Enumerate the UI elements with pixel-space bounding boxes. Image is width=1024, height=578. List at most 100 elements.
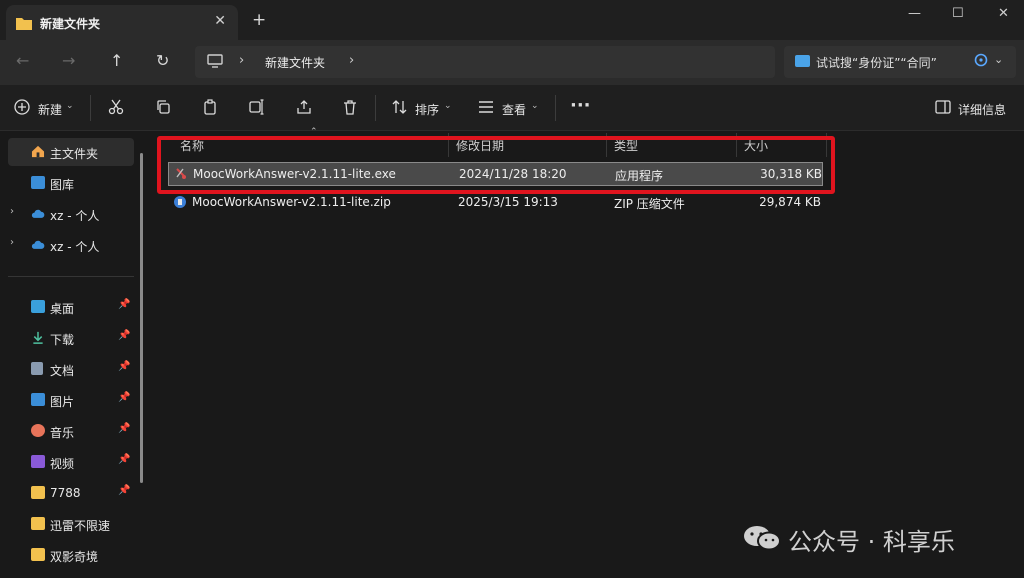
- zip-file-icon: [174, 196, 186, 208]
- chevron-right-icon[interactable]: ›: [10, 206, 14, 217]
- minimize-icon[interactable]: —: [908, 6, 921, 21]
- sidebar-item-label: xz - 个人: [50, 209, 100, 223]
- paste-icon[interactable]: [202, 99, 218, 115]
- forward-icon[interactable]: →: [62, 51, 75, 70]
- more-options-icon[interactable]: ···: [570, 95, 591, 116]
- chevron-down-icon: ⌄: [531, 101, 539, 111]
- annotation-highlight-box: [157, 136, 835, 194]
- cut-icon[interactable]: [108, 99, 124, 115]
- search-input[interactable]: 试试搜“身份证”“合同” ⌄: [784, 46, 1016, 78]
- search-placeholder: 试试搜“身份证”“合同”: [816, 56, 937, 70]
- sidebar-item-label: 音乐: [50, 426, 75, 440]
- title-bar: 新建文件夹 ✕ + — ☐ ✕: [0, 0, 1024, 40]
- file-list: ⌃ 名称 修改日期 类型 大小 MoocWorkAnswer-v2.1.11-l…: [152, 127, 1024, 578]
- wechat-icon: [744, 526, 781, 551]
- window-close-icon[interactable]: ✕: [998, 6, 1009, 21]
- sidebar-item-music[interactable]: 音乐 📌: [8, 417, 134, 445]
- pin-icon: 📌: [118, 299, 131, 310]
- address-bar-row: ← → ↑ ↻ › 新建文件夹 › 试试搜“身份证”“合同” ⌄: [0, 40, 1024, 85]
- sidebar-item-label: 7788: [50, 486, 81, 500]
- sidebar-item-folder-shuangying[interactable]: 双影奇境: [8, 541, 134, 569]
- sort-label: 排序: [415, 103, 440, 117]
- sidebar-item-documents[interactable]: 文档 📌: [8, 355, 134, 383]
- sidebar-item-videos[interactable]: 视频 📌: [8, 448, 134, 476]
- cloud-icon: [31, 209, 45, 218]
- cloud-icon: [31, 240, 45, 249]
- sidebar-item-label: 文档: [50, 364, 75, 378]
- refresh-icon[interactable]: ↻: [156, 51, 169, 70]
- file-name: MoocWorkAnswer-v2.1.11-lite.zip: [192, 195, 391, 209]
- sidebar-item-downloads[interactable]: 下载 📌: [8, 324, 134, 352]
- sidebar-item-label: 下载: [50, 333, 75, 347]
- up-icon[interactable]: ↑: [110, 51, 123, 70]
- pin-icon: 📌: [118, 454, 131, 465]
- rename-icon[interactable]: [249, 99, 265, 115]
- folder-icon: [31, 548, 45, 561]
- sidebar-item-folder-xunlei[interactable]: 迅雷不限速: [8, 510, 134, 538]
- sidebar-item-desktop[interactable]: 桌面 📌: [8, 293, 134, 321]
- new-button-label: 新建: [38, 103, 63, 117]
- tab-title: 新建文件夹: [40, 17, 101, 31]
- desktop-icon: [31, 300, 45, 313]
- details-pane-icon: [935, 100, 951, 114]
- toolbar-divider: [555, 95, 556, 121]
- share-icon[interactable]: [296, 99, 312, 115]
- sidebar-item-label: 视频: [50, 457, 75, 471]
- watermark-text: 公众号 · 科享乐: [788, 528, 955, 556]
- file-size: 29,874 KB: [759, 195, 821, 209]
- sidebar-item-gallery[interactable]: 图库: [8, 169, 134, 197]
- view-label: 查看: [502, 103, 527, 117]
- file-modified: 2025/3/15 19:13: [458, 195, 558, 209]
- sidebar-item-pictures[interactable]: 图片 📌: [8, 386, 134, 414]
- sidebar-item-label: 迅雷不限速: [50, 519, 111, 533]
- id-card-icon: [795, 55, 810, 67]
- chevron-down-icon[interactable]: ⌄: [994, 53, 1003, 66]
- address-input[interactable]: › 新建文件夹 ›: [195, 46, 775, 78]
- pictures-icon: [31, 393, 45, 406]
- sidebar-divider: [8, 276, 134, 277]
- breadcrumb-folder[interactable]: 新建文件夹: [265, 54, 325, 71]
- pin-icon: 📌: [118, 361, 131, 372]
- file-type: ZIP 压缩文件: [614, 197, 685, 211]
- table-row[interactable]: MoocWorkAnswer-v2.1.11-lite.zip 2025/3/1…: [168, 191, 823, 215]
- tab-active[interactable]: 新建文件夹 ✕: [6, 5, 238, 40]
- breadcrumb-chevron-icon: ›: [239, 53, 245, 68]
- pin-icon: 📌: [118, 392, 131, 403]
- sidebar-item-onedrive[interactable]: › xz - 个人: [8, 231, 134, 259]
- chevron-right-icon[interactable]: ›: [10, 237, 14, 248]
- sidebar-item-onedrive[interactable]: › xz - 个人: [8, 200, 134, 228]
- chevron-down-icon: ⌄: [66, 101, 74, 111]
- document-icon: [31, 362, 43, 375]
- download-icon: [33, 331, 43, 344]
- pin-icon: 📌: [118, 485, 131, 496]
- breadcrumb-chevron-icon[interactable]: ›: [349, 53, 354, 68]
- copilot-icon[interactable]: [974, 53, 988, 67]
- pin-icon: 📌: [118, 330, 131, 341]
- home-icon: [31, 145, 45, 158]
- delete-icon[interactable]: [342, 99, 358, 115]
- command-bar: 新建 ⌄ 排序 ⌄ 查看 ⌄ ··· 详细信息: [0, 85, 1024, 131]
- new-tab-icon[interactable]: +: [252, 10, 266, 30]
- toolbar-divider: [90, 95, 91, 121]
- back-icon[interactable]: ←: [16, 51, 29, 70]
- sidebar-item-home[interactable]: 主文件夹: [8, 138, 134, 166]
- computer-icon: [207, 54, 223, 68]
- sidebar-scrollbar[interactable]: [140, 153, 143, 483]
- sidebar-item-label: 主文件夹: [50, 147, 99, 161]
- navigation-pane: 主文件夹 图库 › xz - 个人 › xz - 个人 桌面 📌 下载 📌 文档…: [0, 131, 150, 578]
- sidebar-item-label: 图片: [50, 395, 75, 409]
- tab-close-icon[interactable]: ✕: [214, 13, 226, 29]
- video-icon: [31, 455, 45, 468]
- sidebar-item-folder-7788[interactable]: 7788 📌: [8, 479, 134, 507]
- pin-icon: 📌: [118, 423, 131, 434]
- music-icon: [31, 424, 45, 437]
- maximize-icon[interactable]: ☐: [952, 6, 964, 21]
- sidebar-item-label: 双影奇境: [50, 550, 99, 564]
- folder-icon: [31, 486, 45, 499]
- sidebar-item-label: xz - 个人: [50, 240, 100, 254]
- copy-icon[interactable]: [155, 99, 171, 115]
- sidebar-item-label: 桌面: [50, 302, 75, 316]
- gallery-icon: [31, 176, 45, 189]
- toolbar-divider: [375, 95, 376, 121]
- folder-icon: [16, 18, 32, 30]
